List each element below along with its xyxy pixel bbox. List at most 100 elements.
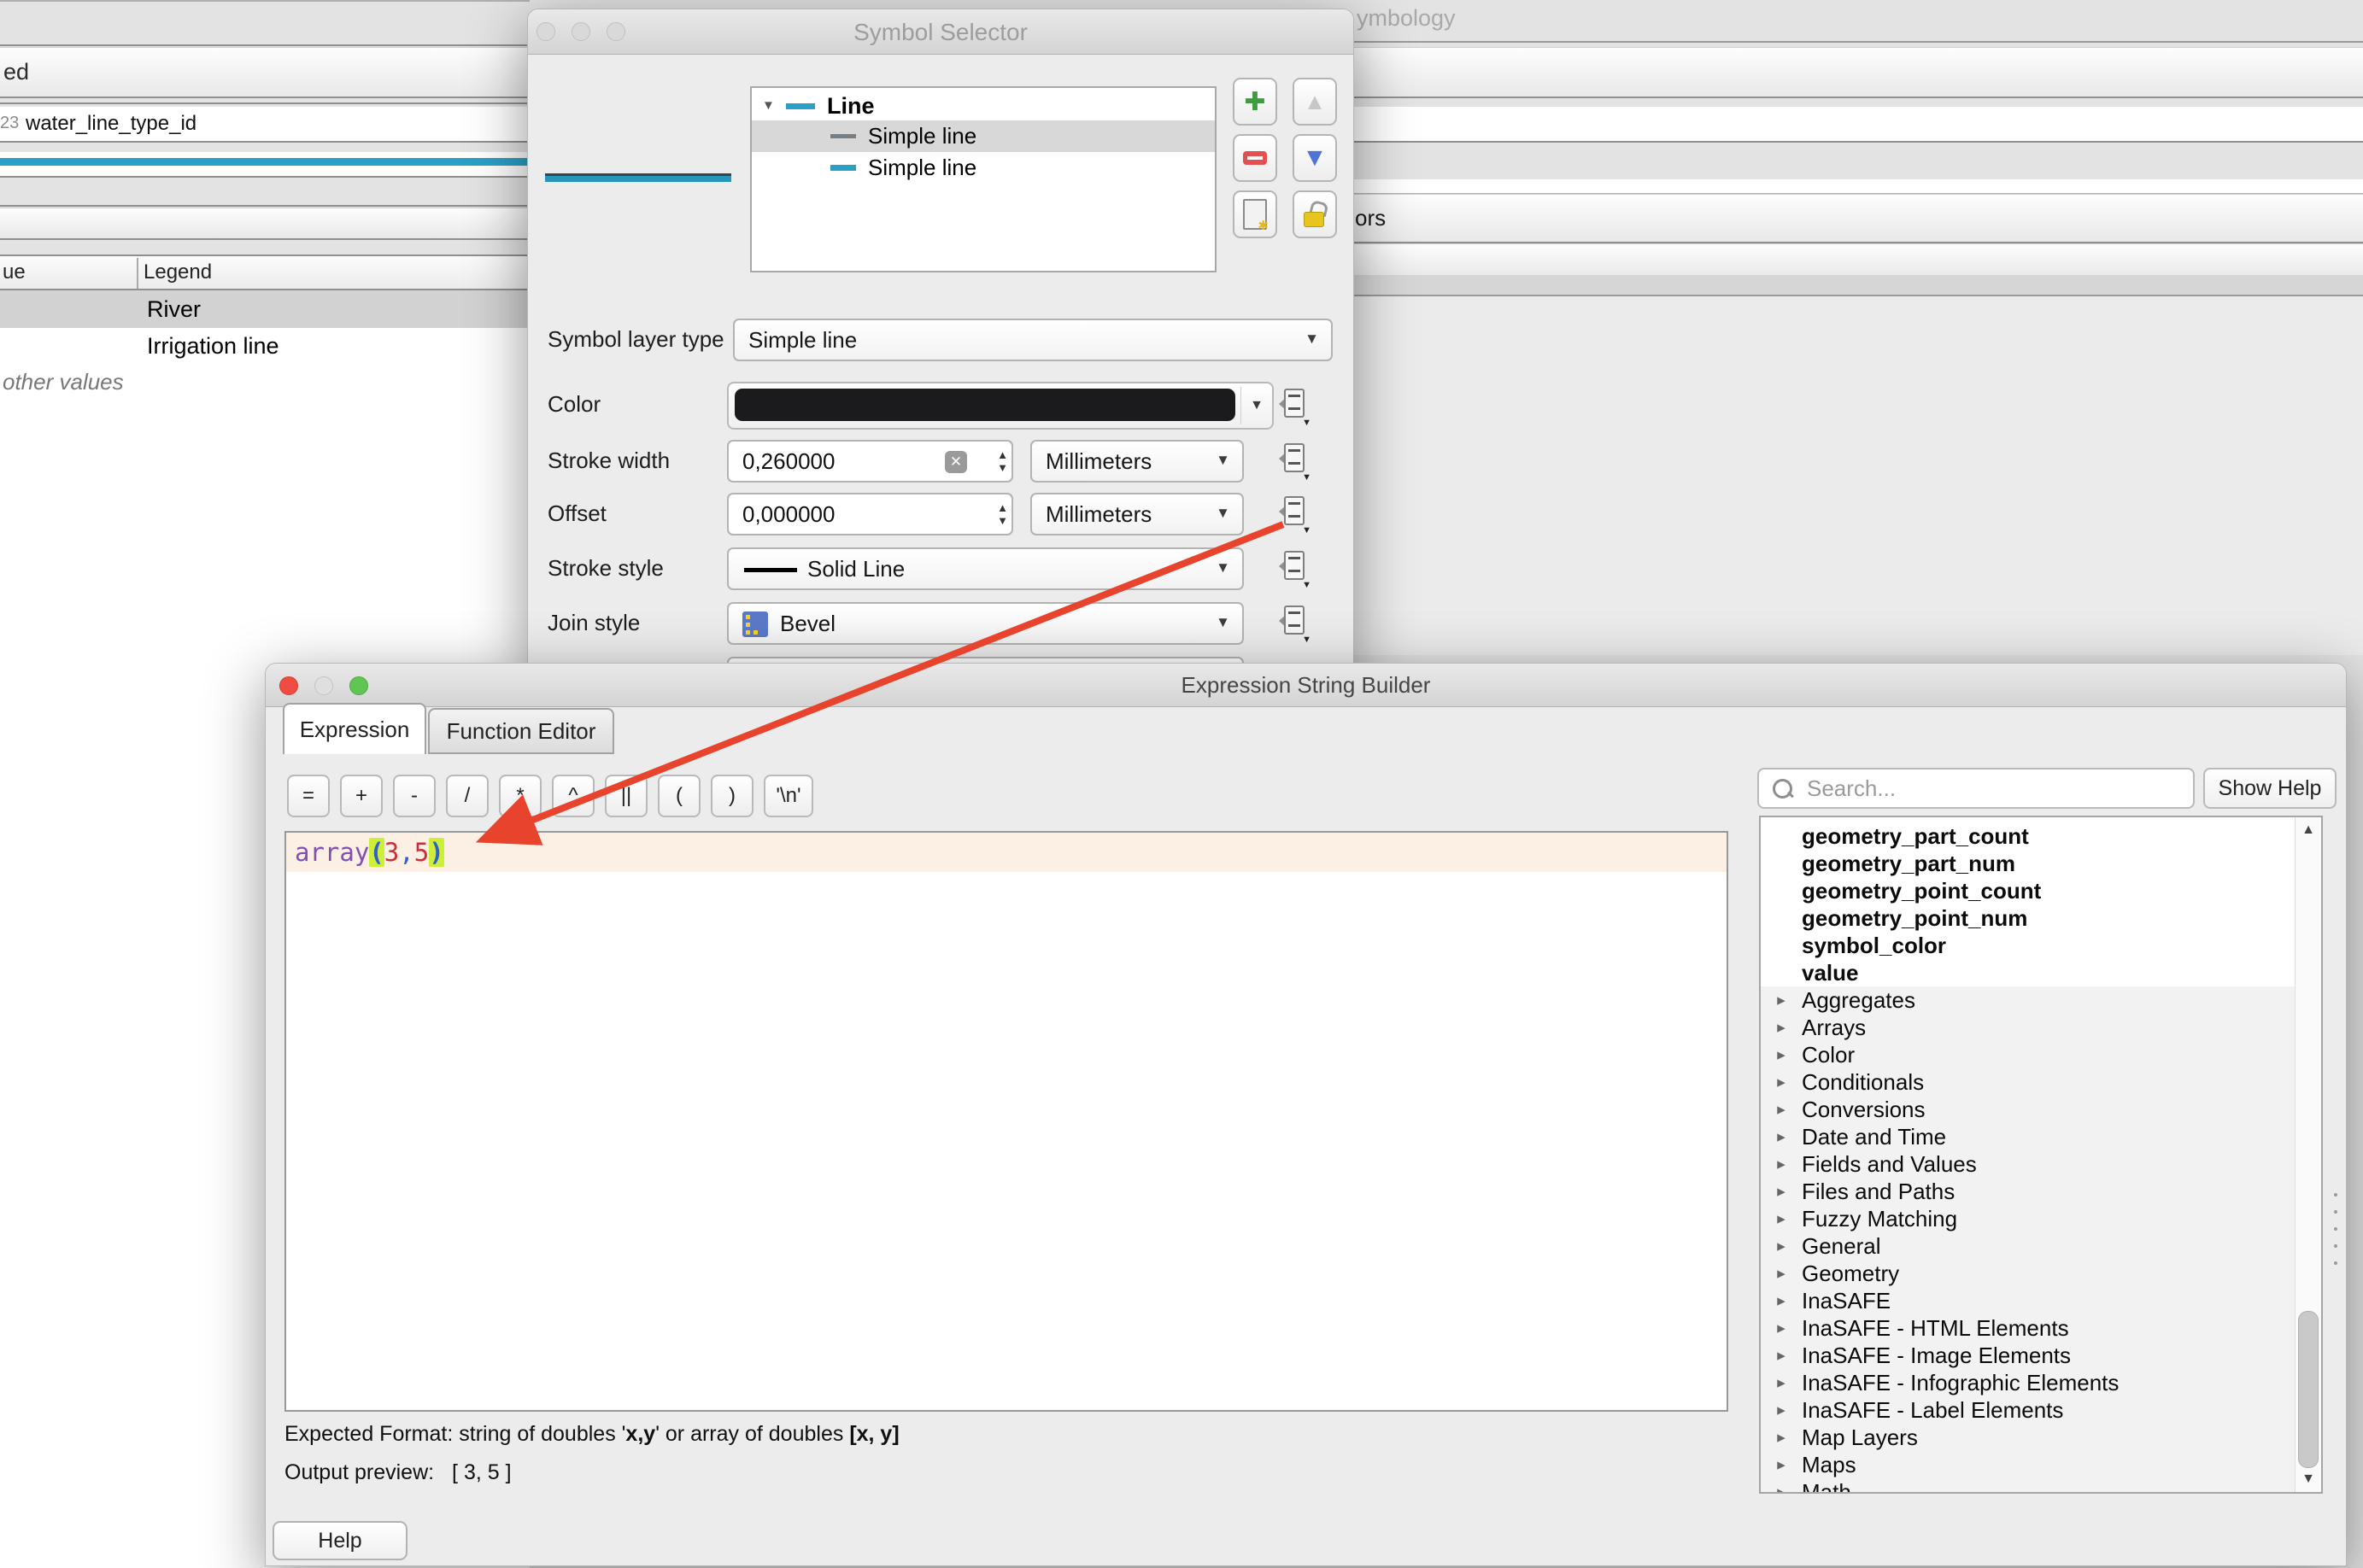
list-group[interactable]: ▸InaSAFE - HTML Elements — [1761, 1314, 2321, 1342]
tree-row-simple-line[interactable]: Simple line — [752, 152, 1215, 184]
remove-symbol-layer-button[interactable] — [1233, 134, 1277, 182]
expand-arrow-icon: ▸ — [1761, 1455, 1802, 1475]
operator-newline-button[interactable]: '\n' — [764, 775, 813, 817]
list-item[interactable]: value — [1761, 959, 2321, 986]
function-search-input[interactable]: Search... — [1757, 768, 2195, 809]
offset-data-defined-override-button[interactable]: ▼ — [1279, 496, 1308, 532]
operator-open-paren-button[interactable]: ( — [658, 775, 701, 817]
operator-power-button[interactable]: ^ — [552, 775, 595, 817]
tab-expression[interactable]: Expression — [283, 703, 426, 754]
field-combo-row[interactable]: 23 water_line_type_id — [0, 107, 530, 143]
join-style-combo[interactable]: Bevel ▼ — [727, 602, 1244, 645]
expand-arrow-icon: ▸ — [1761, 1045, 1802, 1065]
stroke-style-data-defined-override-button[interactable]: ▼ — [1279, 551, 1308, 587]
symbol-layer-type-combo[interactable]: Simple line ▼ — [733, 319, 1333, 361]
stroke-style-combo[interactable]: Solid Line ▼ — [727, 547, 1244, 590]
line-symbol-icon — [786, 103, 815, 109]
expected-format-text: Expected Format: string of doubles 'x,y'… — [284, 1422, 900, 1447]
list-group[interactable]: ▸General — [1761, 1232, 2321, 1260]
operator-concat-button[interactable]: || — [605, 775, 648, 817]
column-divider[interactable] — [137, 258, 138, 289]
list-group[interactable]: ▸Aggregates — [1761, 986, 2321, 1014]
output-preview-value: [ 3, 5 ] — [452, 1460, 511, 1484]
list-group[interactable]: ▸Date and Time — [1761, 1123, 2321, 1150]
category-row[interactable]: Irrigation line — [0, 328, 530, 364]
scrollbar-thumb[interactable] — [2298, 1311, 2319, 1468]
list-group[interactable]: ▸InaSAFE - Image Elements — [1761, 1342, 2321, 1369]
tree-row-line[interactable]: ▼ Line — [752, 91, 1215, 120]
show-help-button[interactable]: Show Help — [2203, 768, 2337, 809]
legend-header-row[interactable]: ue Legend — [0, 255, 530, 290]
color-swatch-button[interactable]: ▼ — [727, 382, 1274, 430]
list-group[interactable]: ▸Files and Paths — [1761, 1178, 2321, 1205]
list-group[interactable]: ▸InaSAFE — [1761, 1287, 2321, 1314]
function-list-scrollbar[interactable]: ▲ ▼ — [2295, 817, 2321, 1492]
expand-arrow-icon: ▸ — [1761, 1373, 1802, 1393]
move-layer-down-button[interactable]: ▼ — [1293, 134, 1337, 182]
expand-arrow-icon: ▸ — [1761, 1319, 1802, 1338]
tree-row-simple-line-selected[interactable]: Simple line — [752, 120, 1215, 152]
tab-function-editor[interactable]: Function Editor — [428, 708, 614, 754]
list-group[interactable]: ▸Fuzzy Matching — [1761, 1205, 2321, 1232]
help-button[interactable]: Help — [273, 1521, 408, 1560]
list-item[interactable]: geometry_point_num — [1761, 904, 2321, 932]
expression-editor[interactable]: array(3,5) — [284, 831, 1728, 1412]
offset-spinbox[interactable]: 0,000000 ▲▼ — [727, 493, 1013, 535]
output-preview-text: Output preview: [ 3, 5 ] — [284, 1460, 512, 1485]
list-group[interactable]: ▸InaSAFE - Label Elements — [1761, 1396, 2321, 1424]
stroke-width-label: Stroke width — [548, 443, 670, 477]
list-group[interactable]: ▸InaSAFE - Infographic Elements — [1761, 1369, 2321, 1396]
list-group[interactable]: ▸Map Layers — [1761, 1424, 2321, 1451]
operator-multiply-button[interactable]: * — [499, 775, 542, 817]
spinner-arrows[interactable]: ▲▼ — [997, 442, 1008, 481]
combo-arrow-icon[interactable]: ▼ — [1250, 398, 1264, 413]
add-symbol-layer-button[interactable]: ✚ — [1233, 78, 1277, 126]
operator-minus-button[interactable]: - — [393, 775, 436, 817]
expand-arrow-icon: ▸ — [1761, 1155, 1802, 1174]
list-group[interactable]: ▸Math — [1761, 1478, 2321, 1494]
move-layer-up-button[interactable]: ▲ — [1293, 78, 1337, 126]
list-group[interactable]: ▸Color — [1761, 1041, 2321, 1068]
spinner-arrows[interactable]: ▲▼ — [997, 494, 1008, 534]
swatch-divider — [1240, 387, 1241, 424]
list-group[interactable]: ▸Maps — [1761, 1451, 2321, 1478]
operator-plus-button[interactable]: + — [340, 775, 383, 817]
list-group[interactable]: ▸Conversions — [1761, 1096, 2321, 1123]
join-style-label: Join style — [548, 606, 640, 640]
list-item[interactable]: geometry_part_count — [1761, 822, 2321, 850]
list-item[interactable]: geometry_point_count — [1761, 877, 2321, 904]
list-item[interactable]: geometry_part_num — [1761, 850, 2321, 877]
operator-divide-button[interactable]: / — [446, 775, 489, 817]
list-group[interactable]: ▸Arrays — [1761, 1014, 2321, 1041]
disclosure-down-icon[interactable]: ▼ — [762, 98, 775, 113]
move-down-icon: ▼ — [1302, 143, 1328, 173]
scroll-up-icon[interactable]: ▲ — [2296, 822, 2321, 838]
expression-builder-titlebar[interactable]: Expression String Builder — [266, 664, 2346, 707]
offset-unit-combo[interactable]: Millimeters ▼ — [1030, 493, 1244, 535]
list-group[interactable]: ▸Conditionals — [1761, 1068, 2321, 1096]
clear-value-icon[interactable]: ✕ — [945, 451, 967, 473]
other-values-row[interactable]: other values — [0, 364, 530, 400]
category-row-selected[interactable]: River — [0, 290, 530, 328]
color-data-defined-override-button[interactable]: ▼ — [1279, 389, 1308, 424]
list-item[interactable]: symbol_color — [1761, 932, 2321, 959]
symbol-selector-titlebar[interactable]: Symbol Selector — [528, 9, 1353, 55]
operator-close-paren-button[interactable]: ) — [711, 775, 753, 817]
list-group[interactable]: ▸Fields and Values — [1761, 1150, 2321, 1178]
function-list[interactable]: geometry_part_count geometry_part_num ge… — [1759, 816, 2323, 1494]
stroke-width-unit-combo[interactable]: Millimeters ▼ — [1030, 440, 1244, 483]
duplicate-layer-button[interactable]: ✱ — [1233, 190, 1277, 238]
color-ramp-row[interactable]: ors — [1352, 194, 2363, 243]
render-mode-row[interactable]: ed — [0, 47, 530, 98]
category-label: River — [147, 290, 201, 328]
splitter-handle[interactable] — [2333, 1193, 2338, 1267]
gray-line-icon — [830, 134, 856, 138]
list-group[interactable]: ▸Geometry — [1761, 1260, 2321, 1287]
search-placeholder: Search... — [1807, 769, 1896, 807]
scroll-down-icon[interactable]: ▼ — [2296, 1471, 2321, 1487]
stroke-width-data-defined-override-button[interactable]: ▼ — [1279, 443, 1308, 479]
join-style-data-defined-override-button[interactable]: ▼ — [1279, 606, 1308, 641]
lock-color-button[interactable] — [1293, 190, 1337, 238]
stroke-width-spinbox[interactable]: 0,260000 ✕ ▲▼ — [727, 440, 1013, 483]
operator-equals-button[interactable]: = — [287, 775, 330, 817]
